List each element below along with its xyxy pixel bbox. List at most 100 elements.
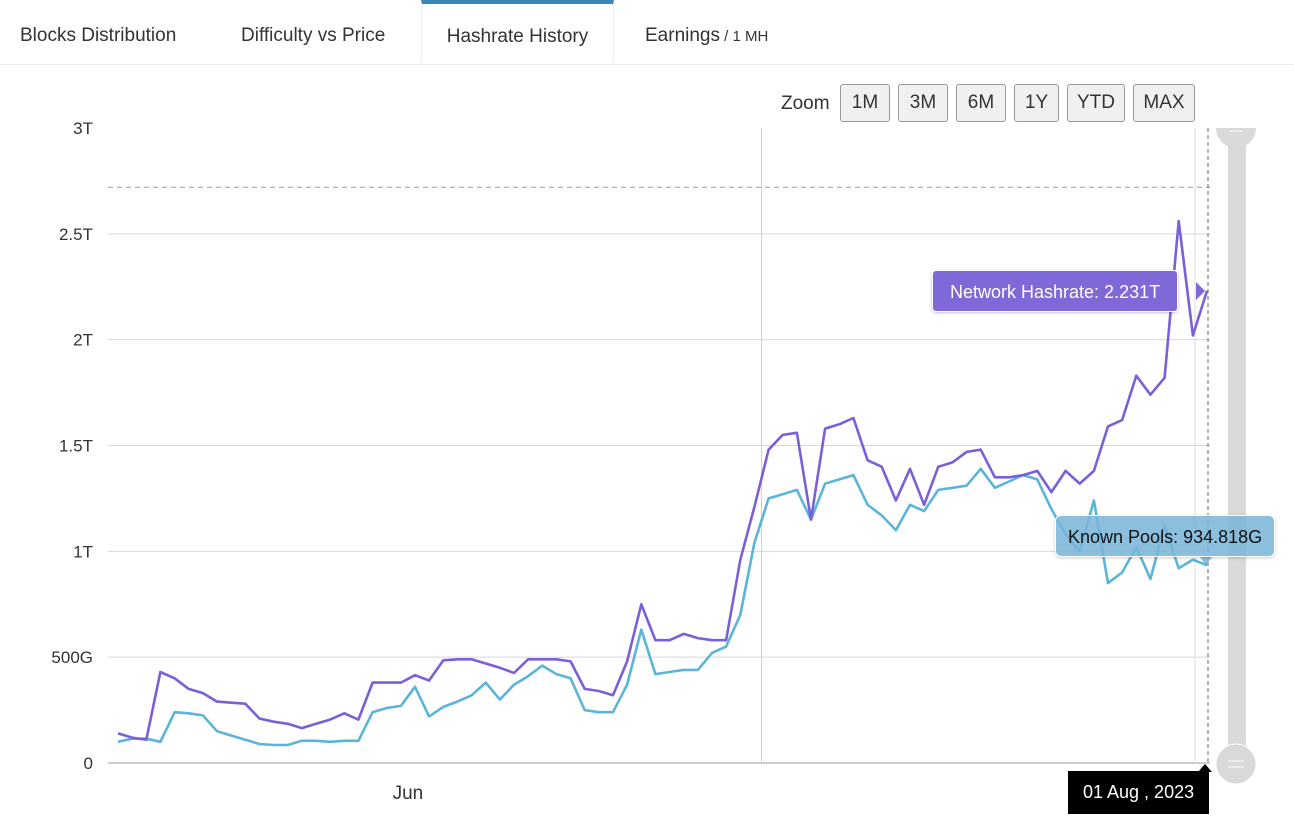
known-pools-point xyxy=(796,489,798,491)
network-hashrate-point xyxy=(428,679,430,681)
series-line-known-pools xyxy=(117,467,1208,747)
known-pools-point xyxy=(131,737,133,739)
network-hashrate-point xyxy=(1079,482,1081,484)
network-hashrate-point xyxy=(697,637,699,639)
network-hashrate-point xyxy=(315,723,317,725)
known-pools-point xyxy=(258,743,260,745)
known-pools-point xyxy=(173,711,175,713)
known-pools-point xyxy=(202,714,204,716)
known-pools-point xyxy=(838,478,840,480)
known-pools-point xyxy=(965,485,967,487)
network-hashrate-point xyxy=(923,504,925,506)
tooltip-date: 01 Aug , 2023 xyxy=(1068,771,1210,814)
network-hashrate-point xyxy=(216,700,218,702)
network-hashrate-point xyxy=(1064,470,1066,472)
network-hashrate-point xyxy=(824,427,826,429)
known-pools-point xyxy=(428,715,430,717)
known-pools-point xyxy=(513,683,515,685)
network-hashrate-point xyxy=(626,660,628,662)
known-pools-point xyxy=(951,487,953,489)
network-hashrate-point xyxy=(1050,491,1052,493)
network-hashrate-point xyxy=(470,658,472,660)
known-pools-point xyxy=(753,542,755,544)
network-hashrate-point xyxy=(895,499,897,501)
navigator-track[interactable] xyxy=(1228,135,1246,763)
network-hashrate-point xyxy=(343,712,345,714)
known-pools-point xyxy=(371,711,373,713)
known-pools-point xyxy=(881,514,883,516)
network-hashrate-point xyxy=(980,449,982,451)
network-hashrate-point xyxy=(485,662,487,664)
known-pools-point xyxy=(485,681,487,683)
network-hashrate-point xyxy=(513,672,515,674)
known-pools-point xyxy=(1121,571,1123,573)
known-pools-point xyxy=(301,740,303,742)
network-hashrate-point xyxy=(371,681,373,683)
known-pools-point xyxy=(1178,567,1180,569)
known-pools-point xyxy=(188,712,190,714)
known-pools-point xyxy=(612,711,614,713)
tooltip-network-hashrate: Network Hashrate: 2.231T xyxy=(932,270,1179,312)
known-pools-point xyxy=(824,482,826,484)
network-hashrate-point xyxy=(994,476,996,478)
known-pools-point xyxy=(668,671,670,673)
y-tick-label: 3T xyxy=(73,119,93,138)
network-hashrate-point xyxy=(796,432,798,434)
x-axis-labels: JunJul xyxy=(393,783,1128,804)
y-tick-label: 0 xyxy=(84,754,93,773)
known-pools-point xyxy=(145,737,147,739)
network-hashrate-point xyxy=(838,423,840,425)
network-hashrate-point xyxy=(1121,419,1123,421)
network-hashrate-point xyxy=(456,658,458,660)
known-pools-point xyxy=(1149,578,1151,580)
network-hashrate-point xyxy=(1135,374,1137,376)
known-pools-point xyxy=(683,669,685,671)
known-pools-point xyxy=(315,740,317,742)
known-pools-point xyxy=(386,707,388,709)
tooltip-known-pools: Known Pools: 934.818G xyxy=(1055,515,1276,557)
hashrate-chart: 0 500G 1T 1.5T 2T 2.5T 3T JunJul xyxy=(51,119,1257,804)
network-hashrate-point xyxy=(400,681,402,683)
network-hashrate-point xyxy=(612,694,614,696)
known-pools-point xyxy=(159,741,161,743)
known-pools-point xyxy=(329,741,331,743)
known-pools-point xyxy=(1192,559,1194,561)
known-pools-point xyxy=(810,518,812,520)
known-pools-point xyxy=(697,669,699,671)
network-hashrate-point xyxy=(725,639,727,641)
network-hashrate-point xyxy=(668,639,670,641)
network-hashrate-point xyxy=(287,723,289,725)
known-pools-point xyxy=(1050,508,1052,510)
network-hashrate-point xyxy=(258,717,260,719)
network-hashrate-point xyxy=(301,727,303,729)
network-hashrate-point xyxy=(414,674,416,676)
navigator-bottom-handle[interactable] xyxy=(1215,743,1257,785)
known-pools-point xyxy=(117,741,119,743)
known-pools-point xyxy=(598,711,600,713)
known-pools-point xyxy=(994,487,996,489)
network-hashrate-point xyxy=(1192,334,1194,336)
network-hashrate-point xyxy=(188,688,190,690)
y-tick-label: 1T xyxy=(73,542,93,561)
network-hashrate-point xyxy=(173,677,175,679)
network-hashrate-point xyxy=(159,671,161,673)
network-hashrate-point xyxy=(202,692,204,694)
network-hashrate-point xyxy=(937,465,939,467)
network-hashrate-point xyxy=(951,461,953,463)
network-hashrate-point xyxy=(272,721,274,723)
known-pools-point xyxy=(569,677,571,679)
network-hashrate-point xyxy=(711,639,713,641)
network-hashrate-point xyxy=(244,703,246,705)
known-pools-point xyxy=(852,474,854,476)
y-tick-label: 2.5T xyxy=(59,225,93,244)
known-pools-point xyxy=(711,652,713,654)
network-hashrate-point xyxy=(584,688,586,690)
known-pools-point xyxy=(782,493,784,495)
network-hashrate-point xyxy=(357,718,359,720)
known-pools-point xyxy=(640,628,642,630)
network-hashrate-point xyxy=(386,681,388,683)
network-hashrate-point xyxy=(527,658,529,660)
network-hashrate-point xyxy=(598,690,600,692)
network-hashrate-point xyxy=(1206,290,1208,292)
network-hashrate-point xyxy=(329,718,331,720)
